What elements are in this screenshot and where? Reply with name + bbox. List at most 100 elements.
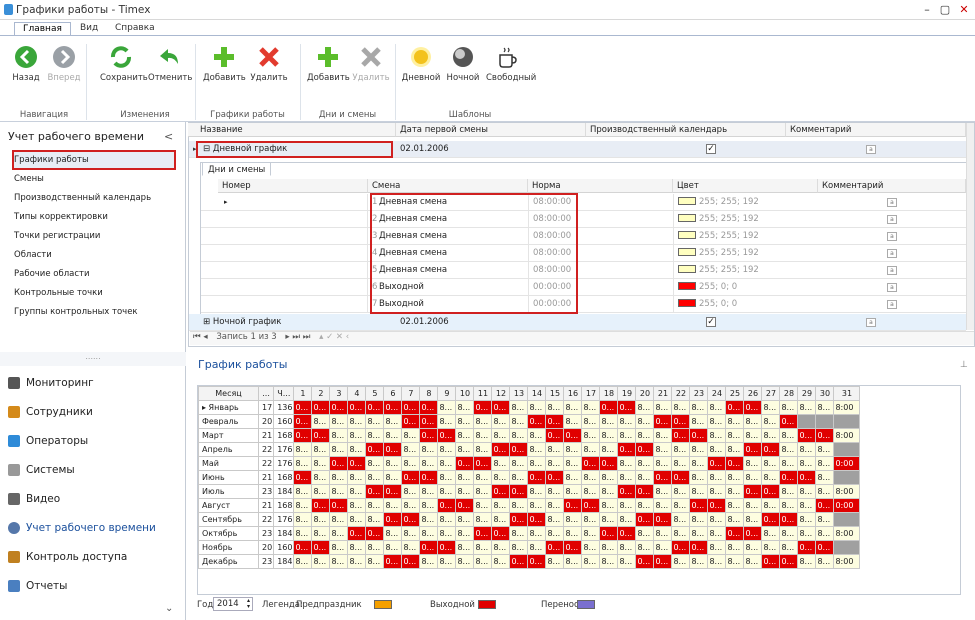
day-cell[interactable]: 8... <box>743 512 763 527</box>
shift-color[interactable]: 255; 0; 0 <box>673 296 818 312</box>
nav-item[interactable]: Рабочие области <box>14 269 90 279</box>
day-cell[interactable]: 8... <box>743 414 763 429</box>
column-header-shift[interactable]: Смена <box>368 179 528 193</box>
day-column-header[interactable]: 10 <box>455 386 475 401</box>
day-cell[interactable]: 0... <box>437 428 457 443</box>
day-cell[interactable]: 8... <box>581 470 601 485</box>
day-cell[interactable]: 8... <box>293 456 313 471</box>
day-cell[interactable]: 0... <box>743 400 763 415</box>
day-column-header[interactable]: 12 <box>491 386 511 401</box>
day-column-header[interactable]: 13 <box>509 386 529 401</box>
day-cell[interactable]: 0... <box>779 554 799 569</box>
month-name[interactable]: ▸ Январь <box>198 400 259 415</box>
day-cell[interactable]: 8... <box>599 470 619 485</box>
day-cell[interactable]: 8:00 <box>833 428 861 443</box>
day-cell[interactable]: 0... <box>401 470 421 485</box>
day-cell[interactable]: 8... <box>419 526 439 541</box>
day-cell[interactable]: 8... <box>347 484 367 499</box>
day-cell[interactable]: 8... <box>563 470 583 485</box>
day-cell[interactable]: 8... <box>779 540 799 555</box>
day-cell[interactable]: 0... <box>419 540 439 555</box>
day-cell[interactable]: 8... <box>401 540 421 555</box>
day-cell[interactable]: 0... <box>653 470 673 485</box>
day-cell[interactable]: 8... <box>653 540 673 555</box>
day-cell[interactable]: 8... <box>689 526 709 541</box>
module-3[interactable]: Операторы <box>8 430 186 456</box>
module-6[interactable]: Учет рабочего времени <box>8 517 186 543</box>
day-column-header[interactable]: 3 <box>329 386 349 401</box>
shift-color[interactable]: 255; 0; 0 <box>673 279 818 295</box>
day-cell[interactable]: 8... <box>329 540 349 555</box>
day-cell[interactable]: 8... <box>329 428 349 443</box>
day-cell[interactable]: 0... <box>383 442 403 457</box>
day-cell[interactable]: 0... <box>311 400 331 415</box>
day-cell[interactable]: 8... <box>311 526 331 541</box>
day-cell[interactable]: 0... <box>365 484 385 499</box>
day-cell[interactable]: 0... <box>725 526 745 541</box>
day-cell[interactable]: 8... <box>779 484 799 499</box>
day-cell[interactable]: 8... <box>437 400 457 415</box>
day-cell[interactable]: 8... <box>455 414 475 429</box>
day-cell[interactable]: 8... <box>815 470 835 485</box>
shift-row[interactable]: 4 Дневная смена 08:00:00 255; 255; 192 a <box>201 245 967 262</box>
day-cell[interactable]: 8... <box>509 470 529 485</box>
column-header-first-shift-date[interactable]: Дата первой смены <box>396 123 586 137</box>
month-name[interactable]: Июнь <box>198 470 259 485</box>
day-cell[interactable]: 8... <box>419 512 439 527</box>
day-cell[interactable]: 0... <box>671 540 691 555</box>
day-cell[interactable]: 8... <box>761 498 781 513</box>
day-cell[interactable]: 0:00 <box>833 456 861 471</box>
shift-number-cell[interactable] <box>218 245 368 261</box>
shift-row[interactable]: 7 Выходной 00:00:00 255; 0; 0a <box>201 296 967 313</box>
day-cell[interactable]: 8... <box>671 400 691 415</box>
day-cell[interactable]: 0... <box>347 456 367 471</box>
comment-memo-icon[interactable]: a <box>887 300 897 309</box>
day-cell[interactable]: 8... <box>437 484 457 499</box>
day-cell[interactable]: 0... <box>581 498 601 513</box>
day-cell[interactable]: 0... <box>671 414 691 429</box>
nav-item[interactable]: Точки регистрации <box>14 231 100 241</box>
day-cell[interactable]: 8... <box>581 400 601 415</box>
month-row[interactable]: Июнь 21 168 0... 8... 8... 8... 8... 8... 0... 0..… <box>198 470 861 485</box>
ribbon-button-add-plus[interactable]: Добавить <box>203 44 246 83</box>
shift-color[interactable]: 255; 255; 192 <box>673 262 818 278</box>
day-cell[interactable]: 8... <box>671 498 691 513</box>
day-cell[interactable]: 8... <box>599 554 619 569</box>
day-cell[interactable]: 8... <box>599 512 619 527</box>
day-column-header[interactable]: 17 <box>581 386 601 401</box>
day-cell[interactable]: 0... <box>671 428 691 443</box>
day-cell[interactable]: 8... <box>527 484 547 499</box>
day-cell[interactable]: 8... <box>761 456 781 471</box>
day-cell[interactable]: 8... <box>653 400 673 415</box>
day-cell[interactable]: 0... <box>527 470 547 485</box>
pager-edit-icons[interactable]: ▴ ✓ ✕ ‹ <box>313 332 349 342</box>
day-cell[interactable]: 8... <box>635 400 655 415</box>
shift-row[interactable]: ▸ 1 Дневная смена 08:00:00 255; 255; 192 a <box>201 194 967 211</box>
shift-number-cell[interactable] <box>218 228 368 244</box>
day-cell[interactable]: 8... <box>509 428 529 443</box>
day-cell[interactable]: 0... <box>419 470 439 485</box>
day-cell[interactable]: 8... <box>419 498 439 513</box>
shift-number-cell[interactable] <box>218 279 368 295</box>
day-cell[interactable]: 8... <box>797 484 817 499</box>
day-cell[interactable]: 0... <box>527 512 547 527</box>
day-cell[interactable]: 8... <box>779 456 799 471</box>
day-cell[interactable]: 0... <box>455 456 475 471</box>
day-cell[interactable]: 8... <box>545 400 565 415</box>
day-column-header[interactable]: 28 <box>779 386 799 401</box>
day-cell[interactable]: 8... <box>653 484 673 499</box>
nav-item[interactable]: Смены <box>14 174 44 184</box>
minimize-button[interactable]: – <box>918 2 936 17</box>
more-modules-button[interactable]: ⌄ <box>165 603 173 614</box>
day-cell[interactable]: 8... <box>653 428 673 443</box>
day-cell[interactable]: 0... <box>293 400 313 415</box>
day-cell[interactable]: 8... <box>491 428 511 443</box>
day-cell[interactable]: 8... <box>401 484 421 499</box>
day-cell[interactable]: 0:00 <box>833 498 861 513</box>
month-row[interactable]: ▸ Январь 17 136 0... 0... 0... 0... 0... 0... 0..… <box>198 400 861 415</box>
first-shift-date[interactable]: 02.01.2006 <box>396 314 576 330</box>
day-cell[interactable]: 0... <box>761 442 781 457</box>
module-5[interactable]: Видео <box>8 488 186 514</box>
day-cell[interactable] <box>833 540 861 555</box>
nav-item[interactable]: Графики работы <box>14 155 89 165</box>
